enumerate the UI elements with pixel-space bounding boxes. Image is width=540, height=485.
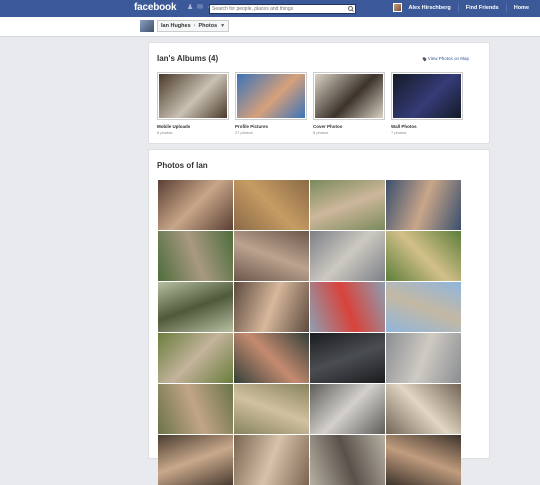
breadcrumb: Ian Hughes · Photos ▼ xyxy=(140,20,230,32)
album-name[interactable]: Mobile Uploads xyxy=(157,124,229,129)
photo-thumbnail[interactable] xyxy=(310,180,385,230)
album-photo-count: 8 photos xyxy=(313,130,329,135)
albums-card: Ian's Albums (4) View Photos on Map Mobi… xyxy=(148,42,490,144)
photo-thumbnail[interactable] xyxy=(158,333,233,383)
photos-card: Photos of Ian xyxy=(148,149,490,485)
photo-thumbnail[interactable] xyxy=(158,435,233,485)
home-link[interactable]: Home xyxy=(511,5,532,11)
search-input[interactable] xyxy=(212,5,342,13)
photos-title: Photos of Ian xyxy=(157,161,208,170)
photo-thumbnail[interactable] xyxy=(158,231,233,281)
facebook-logo[interactable]: facebook xyxy=(134,2,177,13)
photo-thumbnail[interactable] xyxy=(386,180,461,230)
album-cover-image xyxy=(237,74,305,118)
photo-thumbnail[interactable] xyxy=(310,231,385,281)
album-name[interactable]: Profile Pictures xyxy=(235,124,307,129)
photo-thumbnail[interactable] xyxy=(234,333,309,383)
album-photo-count: 8 photos xyxy=(157,130,173,135)
breadcrumb-dropdown[interactable]: Ian Hughes · Photos ▼ xyxy=(157,20,230,32)
photo-thumbnail[interactable] xyxy=(310,333,385,383)
album-cover[interactable] xyxy=(235,72,307,120)
photo-thumbnail[interactable] xyxy=(234,282,309,332)
album-cover[interactable] xyxy=(391,72,463,120)
chevron-down-icon: ▼ xyxy=(220,23,226,29)
search-box[interactable] xyxy=(209,4,356,14)
album-name[interactable]: Cover Photos xyxy=(313,124,385,129)
messages-icon[interactable]: ✉ xyxy=(197,4,203,12)
album-name[interactable]: Wall Photos xyxy=(391,124,463,129)
find-friends-link[interactable]: Find Friends xyxy=(463,5,502,11)
friend-requests-icon[interactable]: ♟ xyxy=(187,4,193,12)
map-pin-icon xyxy=(421,56,427,61)
breadcrumb-bar: Ian Hughes · Photos ▼ xyxy=(0,17,540,37)
photo-thumbnail[interactable] xyxy=(386,435,461,485)
photo-thumbnail[interactable] xyxy=(310,384,385,434)
top-navigation-bar: facebook ♟ ✉ ● Alex Hirschberg Find Frie… xyxy=(0,0,540,18)
photo-thumbnail[interactable] xyxy=(234,180,309,230)
nav-right: Alex Hirschberg Find Friends Home xyxy=(392,3,532,12)
photo-thumbnail[interactable] xyxy=(234,384,309,434)
user-name-link[interactable]: Alex Hirschberg xyxy=(406,5,454,11)
photo-grid xyxy=(158,180,461,485)
user-avatar[interactable] xyxy=(392,3,402,12)
album-item[interactable]: Wall Photos 7 photos xyxy=(391,72,463,135)
album-cover-image xyxy=(393,74,461,118)
album-cover[interactable] xyxy=(313,72,385,120)
photo-thumbnail[interactable] xyxy=(234,435,309,485)
profile-name-link[interactable]: Ian Hughes xyxy=(161,23,191,29)
view-photos-on-map-link[interactable]: View Photos on Map xyxy=(421,56,469,61)
album-item[interactable]: Profile Pictures 27 photos xyxy=(235,72,307,135)
albums-title: Ian's Albums (4) xyxy=(157,54,219,63)
album-item[interactable]: Mobile Uploads 8 photos xyxy=(157,72,229,135)
photo-thumbnail[interactable] xyxy=(386,231,461,281)
album-item[interactable]: Cover Photos 8 photos xyxy=(313,72,385,135)
photo-thumbnail[interactable] xyxy=(158,180,233,230)
search-icon[interactable] xyxy=(348,6,353,11)
map-link-label: View Photos on Map xyxy=(427,56,469,61)
nav-divider xyxy=(505,3,507,12)
breadcrumb-separator: · xyxy=(193,23,196,29)
section-name: Photos xyxy=(198,23,218,29)
photo-thumbnail[interactable] xyxy=(386,282,461,332)
profile-thumbnail[interactable] xyxy=(140,20,154,32)
photo-thumbnail[interactable] xyxy=(386,333,461,383)
nav-divider xyxy=(457,3,459,12)
photo-thumbnail[interactable] xyxy=(310,282,385,332)
photo-thumbnail[interactable] xyxy=(310,435,385,485)
album-cover-image xyxy=(159,74,227,118)
album-cover[interactable] xyxy=(157,72,229,120)
photo-thumbnail[interactable] xyxy=(158,282,233,332)
album-photo-count: 7 photos xyxy=(391,130,407,135)
album-photo-count: 27 photos xyxy=(235,130,253,135)
photo-thumbnail[interactable] xyxy=(158,384,233,434)
photo-thumbnail[interactable] xyxy=(234,231,309,281)
photo-thumbnail[interactable] xyxy=(386,384,461,434)
album-cover-image xyxy=(315,74,383,118)
